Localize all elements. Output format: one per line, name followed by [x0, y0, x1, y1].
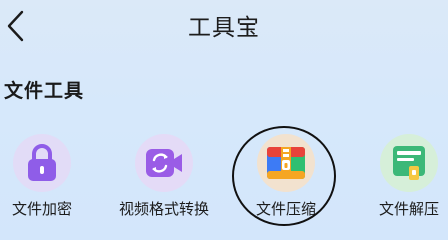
tool-icon-background	[380, 134, 438, 192]
tool-video-convert[interactable]: 视频格式转换	[108, 128, 220, 228]
tool-label: 文件加密	[11, 200, 72, 218]
section-title: 文件工具	[4, 80, 85, 102]
tool-label: 文件压缩	[255, 200, 316, 218]
tool-label: 文件解压	[378, 200, 439, 218]
tool-file-compress[interactable]: 文件压缩	[230, 128, 342, 228]
video-convert-icon	[146, 149, 182, 177]
lock-icon	[28, 144, 56, 181]
tool-icon-background	[135, 134, 193, 192]
page-title: 工具宝	[188, 15, 260, 41]
archive-zip-icon	[267, 147, 305, 179]
tool-label: 视频格式转换	[118, 200, 209, 218]
tool-file-decompress[interactable]: 文件解压	[353, 128, 448, 228]
unzip-document-icon	[393, 146, 425, 180]
tool-file-encrypt[interactable]: 文件加密	[0, 128, 98, 228]
tool-icon-background	[13, 134, 71, 192]
header: 工具宝	[0, 0, 448, 56]
tool-icon-background	[257, 134, 315, 192]
